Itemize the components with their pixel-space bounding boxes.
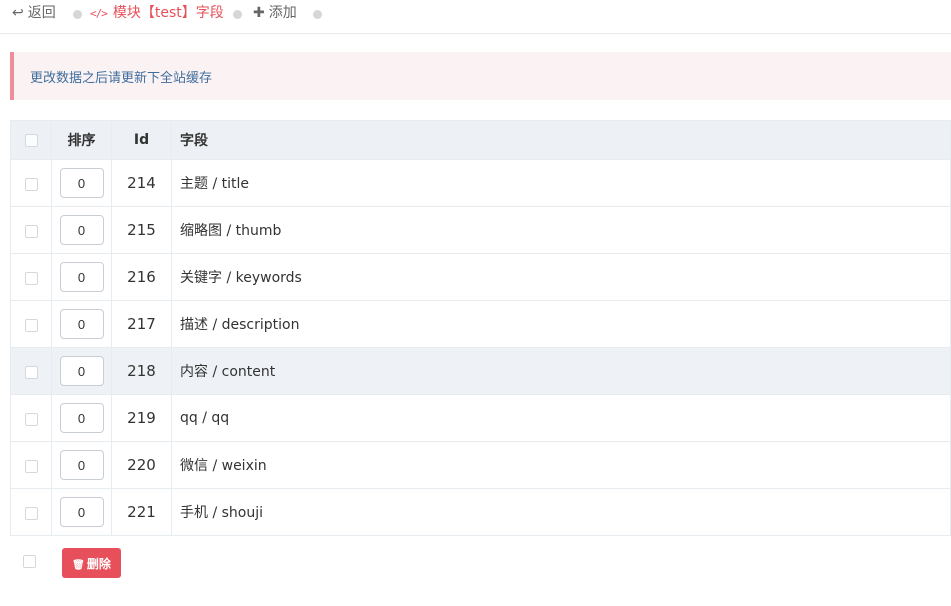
row-checkbox[interactable] (24, 271, 38, 285)
top-toolbar: ↩ 返回 </> 模块【test】字段 ✚ 添加 (0, 0, 951, 34)
field-cell[interactable]: 关键字 / keywords (171, 253, 951, 301)
order-input[interactable] (59, 262, 104, 292)
fields-table: 排序 Id 字段 214主题 / title215缩略图 / thumb216关… (10, 120, 951, 536)
field-cell[interactable]: 内容 / content (171, 347, 951, 395)
table-row: 221手机 / shouji (10, 488, 951, 536)
field-cell[interactable]: 微信 / weixin (171, 441, 951, 489)
id-cell: 220 (111, 441, 172, 489)
row-checkbox[interactable] (24, 224, 38, 238)
row-select-cell (10, 441, 52, 489)
table-row: 216关键字 / keywords (10, 253, 951, 301)
delete-label: 删除 (86, 556, 111, 571)
order-input[interactable] (59, 309, 104, 339)
row-checkbox[interactable] (24, 412, 38, 426)
column-header-field: 字段 (171, 120, 951, 160)
code-icon: </> (90, 7, 108, 20)
id-cell: 219 (111, 394, 172, 442)
separator-dot (233, 10, 242, 19)
id-cell: 218 (111, 347, 172, 395)
back-label: 返回 (27, 5, 56, 21)
order-input[interactable] (59, 215, 104, 245)
order-input[interactable] (59, 497, 104, 527)
order-input[interactable] (59, 168, 104, 198)
order-input[interactable] (59, 403, 104, 433)
table-row: 214主题 / title (10, 159, 951, 207)
id-cell: 216 (111, 253, 172, 301)
row-checkbox[interactable] (24, 506, 38, 520)
row-select-cell (10, 347, 52, 395)
separator-dot (313, 10, 322, 19)
id-cell: 217 (111, 300, 172, 348)
field-cell[interactable]: 手机 / shouji (171, 488, 951, 536)
field-cell[interactable]: 缩略图 / thumb (171, 206, 951, 254)
field-cell[interactable]: 主题 / title (171, 159, 951, 207)
reply-icon: ↩ (12, 5, 24, 21)
module-fields-link[interactable]: </> 模块【test】字段 (90, 4, 224, 23)
add-link[interactable]: ✚ 添加 (253, 4, 297, 22)
order-cell (51, 394, 112, 442)
order-input[interactable] (59, 450, 104, 480)
table-row: 215缩略图 / thumb (10, 206, 951, 254)
order-cell (51, 300, 112, 348)
order-cell (51, 441, 112, 489)
separator-dot (73, 10, 82, 19)
add-label: 添加 (268, 5, 297, 21)
field-cell[interactable]: 描述 / description (171, 300, 951, 348)
order-cell (51, 488, 112, 536)
back-link[interactable]: ↩ 返回 (12, 4, 56, 22)
row-select-cell (10, 488, 52, 536)
row-checkbox[interactable] (24, 459, 38, 473)
row-select-cell (10, 300, 52, 348)
bulk-select-checkbox[interactable] (23, 555, 36, 568)
order-cell (51, 159, 112, 207)
cache-notice-alert: 更改数据之后请更新下全站缓存 (10, 52, 951, 100)
id-cell: 215 (111, 206, 172, 254)
delete-button[interactable]: 🗑 删除 (62, 548, 121, 578)
select-all-checkbox[interactable] (24, 133, 38, 147)
order-cell (51, 253, 112, 301)
module-fields-label: 模块【test】字段 (112, 5, 224, 21)
row-select-cell (10, 159, 52, 207)
table-row: 219qq / qq (10, 394, 951, 442)
alert-text: 更改数据之后请更新下全站缓存 (30, 71, 213, 86)
order-cell (51, 347, 112, 395)
row-checkbox[interactable] (24, 318, 38, 332)
row-checkbox[interactable] (24, 177, 38, 191)
order-cell (51, 206, 112, 254)
table-row: 218内容 / content (10, 347, 951, 395)
select-all-cell (10, 120, 52, 160)
table-header-row: 排序 Id 字段 (10, 120, 951, 160)
table-row: 220微信 / weixin (10, 441, 951, 489)
row-select-cell (10, 253, 52, 301)
row-select-cell (10, 394, 52, 442)
plus-icon: ✚ (253, 5, 265, 21)
column-header-order[interactable]: 排序 (51, 120, 112, 160)
field-cell[interactable]: qq / qq (171, 394, 951, 442)
table-row: 217描述 / description (10, 300, 951, 348)
id-cell: 221 (111, 488, 172, 536)
row-checkbox[interactable] (24, 365, 38, 379)
column-header-id[interactable]: Id (111, 120, 172, 160)
id-cell: 214 (111, 159, 172, 207)
row-select-cell (10, 206, 52, 254)
order-input[interactable] (59, 356, 104, 386)
trash-icon: 🗑 (72, 559, 85, 571)
